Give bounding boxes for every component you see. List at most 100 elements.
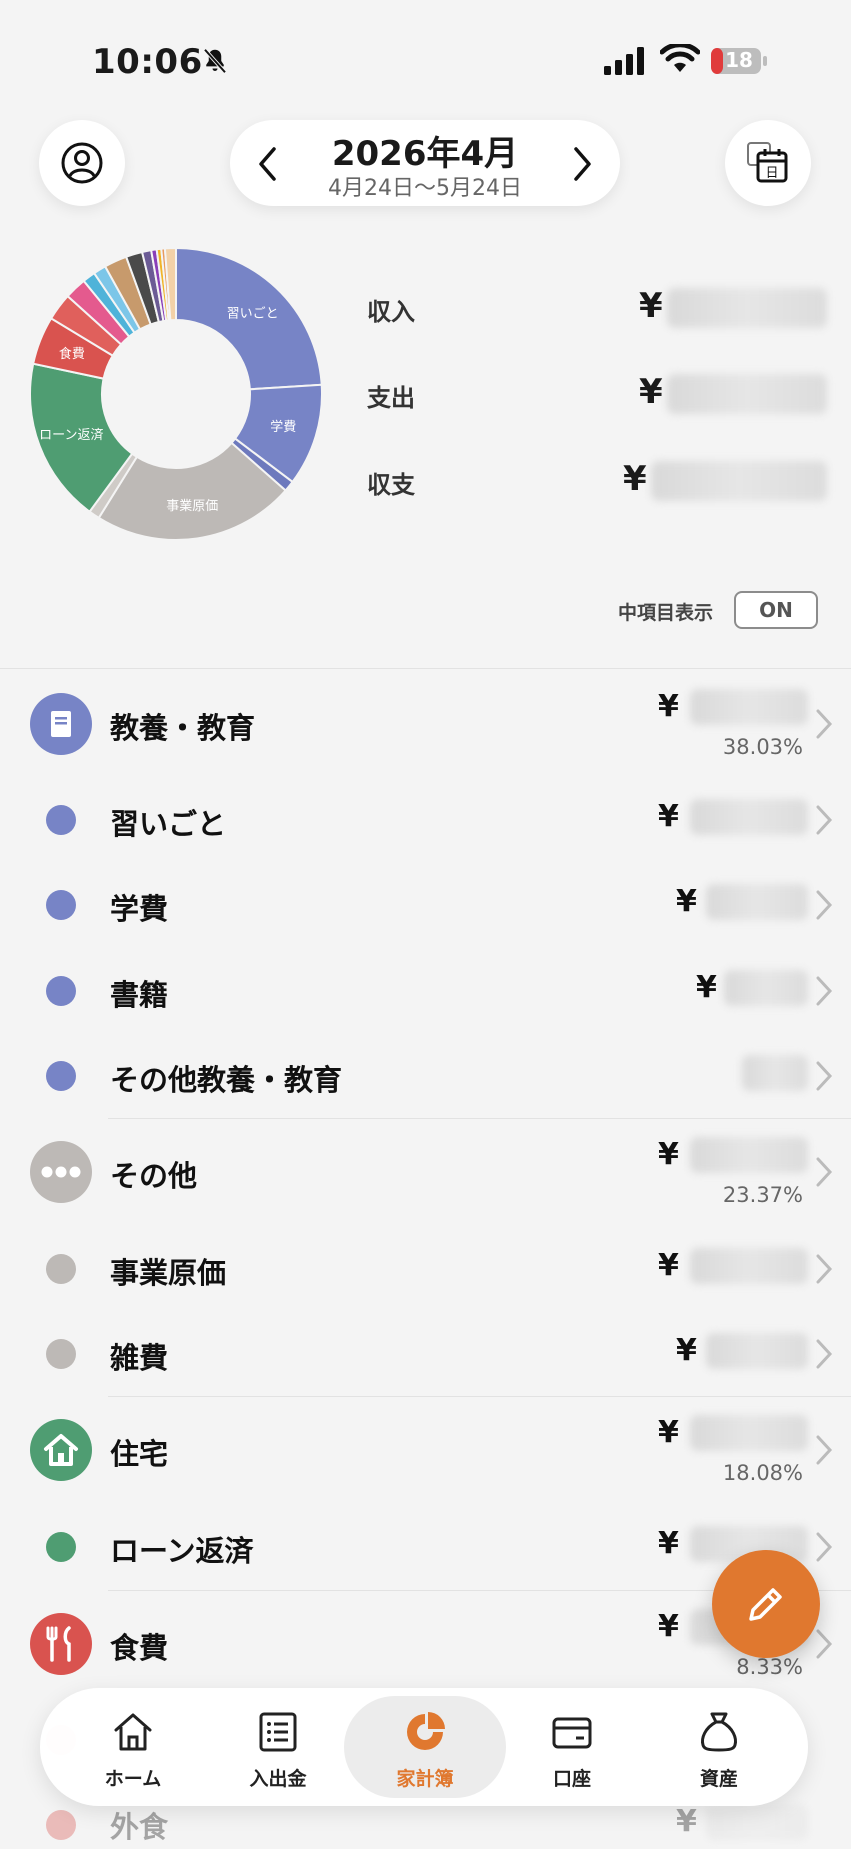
category-dot [46, 890, 76, 920]
chevron-right-icon [816, 1157, 833, 1187]
subcategory-amount-blurred [690, 1248, 808, 1284]
income-row: 収入 ¥ [367, 286, 827, 330]
subcategory-row-business-cost[interactable]: 事業原価 ¥ [0, 1226, 851, 1312]
list-icon [259, 1712, 297, 1752]
category-row-other[interactable]: その他 ¥ 23.37% [0, 1129, 851, 1215]
category-dot [46, 1810, 76, 1840]
subcategory-label: 書籍 [110, 978, 169, 1012]
category-yen: ¥ [658, 1137, 679, 1172]
tab-label: 家計簿 [396, 1768, 454, 1790]
money-bag-icon [701, 1712, 737, 1752]
donut-slice-label: 学費 [270, 419, 296, 435]
chevron-right-icon [816, 1254, 833, 1284]
category-label: 住宅 [110, 1437, 169, 1471]
category-dot [46, 976, 76, 1006]
profile-icon [61, 142, 103, 184]
tab-transactions[interactable]: 入出金 [203, 1688, 353, 1806]
category-dot [46, 805, 76, 835]
subcategory-label: 学費 [110, 892, 169, 926]
income-amount-blurred [667, 288, 827, 328]
tab-assets[interactable]: 資産 [644, 1688, 794, 1806]
chevron-right-icon [816, 1532, 833, 1562]
category-amount-blurred [690, 1137, 808, 1173]
subcategory-amount-blurred [706, 884, 808, 920]
expense-amount-blurred [667, 374, 827, 414]
tab-label: ホーム [104, 1768, 162, 1790]
subcategory-amount-blurred [690, 799, 808, 835]
subcategory-row-misc[interactable]: 雑費 ¥ [0, 1311, 851, 1397]
category-label: 教養・教育 [110, 711, 256, 745]
balance-yen: ¥ [623, 459, 647, 499]
add-entry-button[interactable] [712, 1550, 820, 1658]
subcategory-row-lessons[interactable]: 習いごと ¥ [0, 777, 851, 863]
tab-accounts[interactable]: 口座 [497, 1688, 647, 1806]
tab-label: 資産 [699, 1768, 738, 1790]
profile-button[interactable] [39, 120, 125, 206]
subcategory-yen: ¥ [658, 799, 679, 834]
subcategory-yen: ¥ [676, 1333, 697, 1368]
tab-household-budget[interactable]: 家計簿 [350, 1688, 500, 1806]
home-icon [114, 1713, 152, 1751]
category-row-housing[interactable]: 住宅 ¥ 18.08% [0, 1407, 851, 1493]
category-label: その他 [110, 1159, 198, 1193]
svg-text:日: 日 [765, 166, 778, 181]
fork-knife-icon [30, 1613, 92, 1675]
category-amount-blurred [690, 1415, 808, 1451]
subcategory-label: ローン返済 [110, 1534, 254, 1568]
subcategory-amount-blurred [724, 970, 808, 1006]
tab-home[interactable]: ホーム [58, 1688, 208, 1806]
category-dot [46, 1254, 76, 1284]
month-selector: 2026年4月 4月24日〜5月24日 [230, 120, 620, 206]
list-divider [108, 1396, 851, 1397]
chevron-right-icon [816, 709, 833, 739]
income-label: 収入 [367, 298, 415, 326]
subcategory-toggle[interactable]: ON [734, 591, 818, 629]
subcategory-row-books[interactable]: 書籍 ¥ [0, 948, 851, 1034]
status-bar: 10:06 18 [0, 0, 851, 120]
category-label: 食費 [110, 1631, 169, 1665]
chevron-right-icon [816, 976, 833, 1006]
category-donut-chart[interactable]: 習いごと学費事業原価 ローン返済 食費 [28, 246, 324, 542]
category-row-education[interactable]: 教養・教育 ¥ 38.03% [0, 681, 851, 767]
subcategory-amount-blurred [742, 1055, 808, 1091]
expense-yen: ¥ [639, 372, 663, 412]
subcategory-label: 雑費 [110, 1341, 169, 1375]
subcategory-label: 外食 [110, 1810, 169, 1844]
month-title[interactable]: 2026年4月 [230, 126, 620, 175]
category-percent: 8.33% [736, 1655, 803, 1679]
subcategory-yen: ¥ [658, 1248, 679, 1283]
category-percent: 23.37% [722, 1183, 803, 1207]
subcategory-label: 習いごと [110, 807, 227, 841]
category-amount-blurred [690, 689, 808, 725]
donut-slice-label: 食費 [59, 346, 85, 362]
date-range: 4月24日〜5月24日 [328, 176, 522, 201]
next-month-button[interactable] [570, 146, 594, 182]
chevron-right-icon [816, 1629, 833, 1659]
subcategory-label: その他教養・教育 [110, 1063, 343, 1097]
chevron-right-icon [816, 1339, 833, 1369]
subcategory-row-tuition[interactable]: 学費 ¥ [0, 862, 851, 948]
category-dot [46, 1339, 76, 1369]
income-yen: ¥ [639, 286, 663, 326]
category-dot [46, 1061, 76, 1091]
subcategory-row-other-education[interactable]: その他教養・教育 [0, 1033, 851, 1119]
calendar-button[interactable]: 日 [725, 120, 811, 206]
tab-label: 口座 [552, 1768, 591, 1790]
expense-row: 支出 ¥ [367, 372, 827, 416]
bell-muted-icon [203, 48, 227, 74]
subcategory-label: 事業原価 [110, 1256, 227, 1290]
tab-label: 入出金 [249, 1768, 307, 1790]
list-divider [108, 1118, 851, 1119]
book-icon [30, 693, 92, 755]
signal-icon [604, 47, 644, 75]
wifi-icon [660, 44, 700, 72]
list-divider [0, 668, 851, 669]
balance-label: 収支 [367, 471, 415, 499]
house-icon [30, 1419, 92, 1481]
subcategory-yen: ¥ [676, 1804, 697, 1839]
balance-amount-blurred [651, 461, 827, 501]
category-percent: 18.08% [722, 1461, 803, 1485]
category-dot [46, 1532, 76, 1562]
status-time: 10:06 [92, 42, 203, 82]
subcategory-toggle-label: 中項目表示 [618, 602, 714, 624]
